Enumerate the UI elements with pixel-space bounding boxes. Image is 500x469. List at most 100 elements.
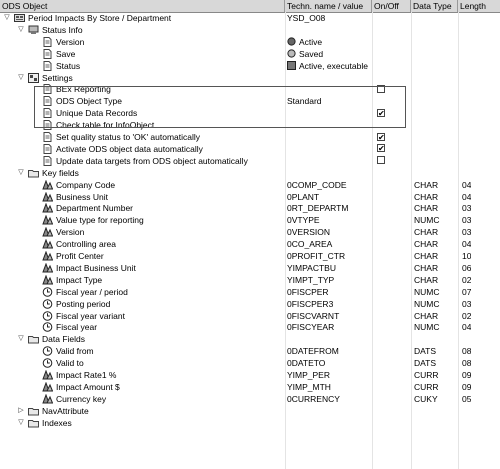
- length: 06: [462, 262, 472, 273]
- tree-row[interactable]: Fiscal year variant 0FISCVARNT CHAR 02: [0, 310, 500, 322]
- on-off-checkbox[interactable]: ✔: [377, 132, 385, 141]
- techn-value: YIMPACTBU: [287, 262, 371, 274]
- on-off-checkbox[interactable]: ✔: [377, 144, 385, 153]
- node-label[interactable]: Valid from: [56, 345, 94, 357]
- techn-value: 0COMP_CODE: [287, 179, 371, 191]
- node-label[interactable]: Key fields: [42, 167, 79, 179]
- node-label[interactable]: Currency key: [56, 393, 106, 405]
- node-label[interactable]: Settings: [42, 72, 73, 84]
- node-label[interactable]: Impact Rate1 %: [56, 369, 116, 381]
- length: 03: [462, 298, 472, 309]
- node-label[interactable]: Posting period: [56, 298, 110, 310]
- techn-value-text: Active, executable: [299, 60, 368, 71]
- tree-row[interactable]: Controlling area 0CO_AREA CHAR 04: [0, 238, 500, 250]
- node-label[interactable]: Set quality status to 'OK' automatically: [56, 131, 200, 143]
- data-type: CHAR: [414, 179, 439, 190]
- tree-row[interactable]: Value type for reporting 0VTYPE NUMC 03: [0, 214, 500, 226]
- tree-row[interactable]: Valid to 0DATETO DATS 08: [0, 357, 500, 369]
- expand-down-icon[interactable]: ▽: [17, 335, 25, 343]
- col-header-data-type[interactable]: Data Type: [411, 0, 458, 12]
- tree-row[interactable]: ▽ Data Fields: [0, 333, 500, 345]
- tree-row[interactable]: Impact Type YIMPT_TYP CHAR 02: [0, 274, 500, 286]
- tree-row[interactable]: Save Saved: [0, 48, 500, 60]
- tree-row[interactable]: Version 0VERSION CHAR 03: [0, 226, 500, 238]
- techn-value: 0DATEFROM: [287, 345, 371, 357]
- tree-row[interactable]: Company Code 0COMP_CODE CHAR 04: [0, 179, 500, 191]
- node-label[interactable]: Version: [56, 36, 84, 48]
- tree-row[interactable]: ▽ Indexes: [0, 417, 500, 429]
- doc-icon: [42, 143, 53, 154]
- expand-down-icon[interactable]: ▽: [17, 74, 25, 82]
- node-label[interactable]: Period Impacts By Store / Department: [28, 12, 171, 24]
- tree-row[interactable]: ▽ Key fields: [0, 167, 500, 179]
- tree-row[interactable]: Currency key 0CURRENCY CUKY 05: [0, 393, 500, 405]
- node-label[interactable]: Activate ODS object data automatically: [56, 143, 203, 155]
- expand-down-icon[interactable]: ▽: [3, 14, 11, 22]
- data-type: CUKY: [414, 393, 438, 404]
- techn-value-text: Saved: [299, 48, 324, 59]
- tree-row[interactable]: Fiscal year / period 0FISCPER NUMC 07: [0, 286, 500, 298]
- node-label[interactable]: Fiscal year / period: [56, 286, 128, 298]
- tree-row[interactable]: Update data targets from ODS object auto…: [0, 155, 500, 167]
- data-type: NUMC: [414, 322, 440, 333]
- techn-value: 0FISCYEAR: [287, 321, 371, 333]
- tree-row[interactable]: Status Active, executable: [0, 60, 500, 72]
- expand-down-icon[interactable]: ▽: [17, 169, 25, 177]
- tree-row[interactable]: ▽ Settings: [0, 72, 500, 84]
- node-label[interactable]: Value type for reporting: [56, 214, 144, 226]
- tree-row[interactable]: Valid from 0DATEFROM DATS 08: [0, 345, 500, 357]
- node-label[interactable]: Profit Center: [56, 250, 104, 262]
- characteristic-icon: [42, 203, 53, 213]
- node-label[interactable]: Version: [56, 226, 84, 238]
- on-off-checkbox[interactable]: [377, 156, 385, 165]
- node-label[interactable]: Save: [56, 48, 75, 60]
- node-label[interactable]: Data Fields: [42, 333, 85, 345]
- node-label[interactable]: Business Unit: [56, 191, 108, 203]
- doc-icon: [42, 60, 53, 71]
- col-header-on-off[interactable]: On/Off: [372, 0, 411, 12]
- node-label[interactable]: Fiscal year: [56, 321, 97, 333]
- tree-row[interactable]: Impact Business Unit YIMPACTBU CHAR 06: [0, 262, 500, 274]
- node-label[interactable]: Company Code: [56, 179, 115, 191]
- node-label[interactable]: Impact Business Unit: [56, 262, 136, 274]
- data-type: CHAR: [414, 227, 439, 238]
- collapse-right-icon[interactable]: ▷: [17, 407, 25, 415]
- node-label[interactable]: Indexes: [42, 417, 72, 429]
- tree-row[interactable]: Profit Center 0PROFIT_CTR CHAR 10: [0, 250, 500, 262]
- tree-row[interactable]: Activate ODS object data automatically ✔: [0, 143, 500, 155]
- tree-row[interactable]: Fiscal year 0FISCYEAR NUMC 04: [0, 321, 500, 333]
- techn-value-text: 0VTYPE: [287, 215, 320, 226]
- tree-row[interactable]: Set quality status to 'OK' automatically…: [0, 131, 500, 143]
- techn-value-text: YIMPACTBU: [287, 262, 336, 273]
- tree-row[interactable]: Department Number 0RT_DEPARTM CHAR 03: [0, 202, 500, 214]
- node-label[interactable]: Status: [56, 60, 80, 72]
- tree-row[interactable]: Business Unit 0PLANT CHAR 04: [0, 191, 500, 203]
- techn-value: 0VERSION: [287, 226, 371, 238]
- doc-icon: [42, 155, 53, 166]
- node-label[interactable]: Impact Amount $: [56, 381, 120, 393]
- node-label[interactable]: Fiscal year variant: [56, 310, 125, 322]
- length: 04: [462, 239, 472, 250]
- tree-row[interactable]: Version Active: [0, 36, 500, 48]
- col-header-ods-object[interactable]: ODS Object: [0, 0, 285, 12]
- node-label[interactable]: Update data targets from ODS object auto…: [56, 155, 248, 167]
- node-label[interactable]: Department Number: [56, 202, 133, 214]
- folder-icon: [28, 418, 39, 428]
- tree-row[interactable]: ▽ Period Impacts By Store / Department YSD…: [0, 12, 500, 24]
- data-type: CHAR: [414, 262, 439, 273]
- node-label[interactable]: Valid to: [56, 357, 84, 369]
- length: 08: [462, 358, 472, 369]
- tree-row[interactable]: ▷ NavAttribute: [0, 405, 500, 417]
- col-header-techn-name[interactable]: Techn. name / value: [285, 0, 372, 12]
- tree-row[interactable]: Impact Rate1 % YIMP_PER CURR 09: [0, 369, 500, 381]
- expand-down-icon[interactable]: ▽: [17, 419, 25, 427]
- tree-row[interactable]: Impact Amount $ YIMP_MTH CURR 09: [0, 381, 500, 393]
- node-label[interactable]: NavAttribute: [42, 405, 89, 417]
- node-label[interactable]: Status Info: [42, 24, 83, 36]
- tree-row[interactable]: Posting period 0FISCPER3 NUMC 03: [0, 298, 500, 310]
- expand-down-icon[interactable]: ▽: [17, 26, 25, 34]
- tree-row[interactable]: ▽ Status Info: [0, 24, 500, 36]
- node-label[interactable]: Controlling area: [56, 238, 116, 250]
- col-header-length[interactable]: Length: [458, 0, 500, 12]
- node-label[interactable]: Impact Type: [56, 274, 102, 286]
